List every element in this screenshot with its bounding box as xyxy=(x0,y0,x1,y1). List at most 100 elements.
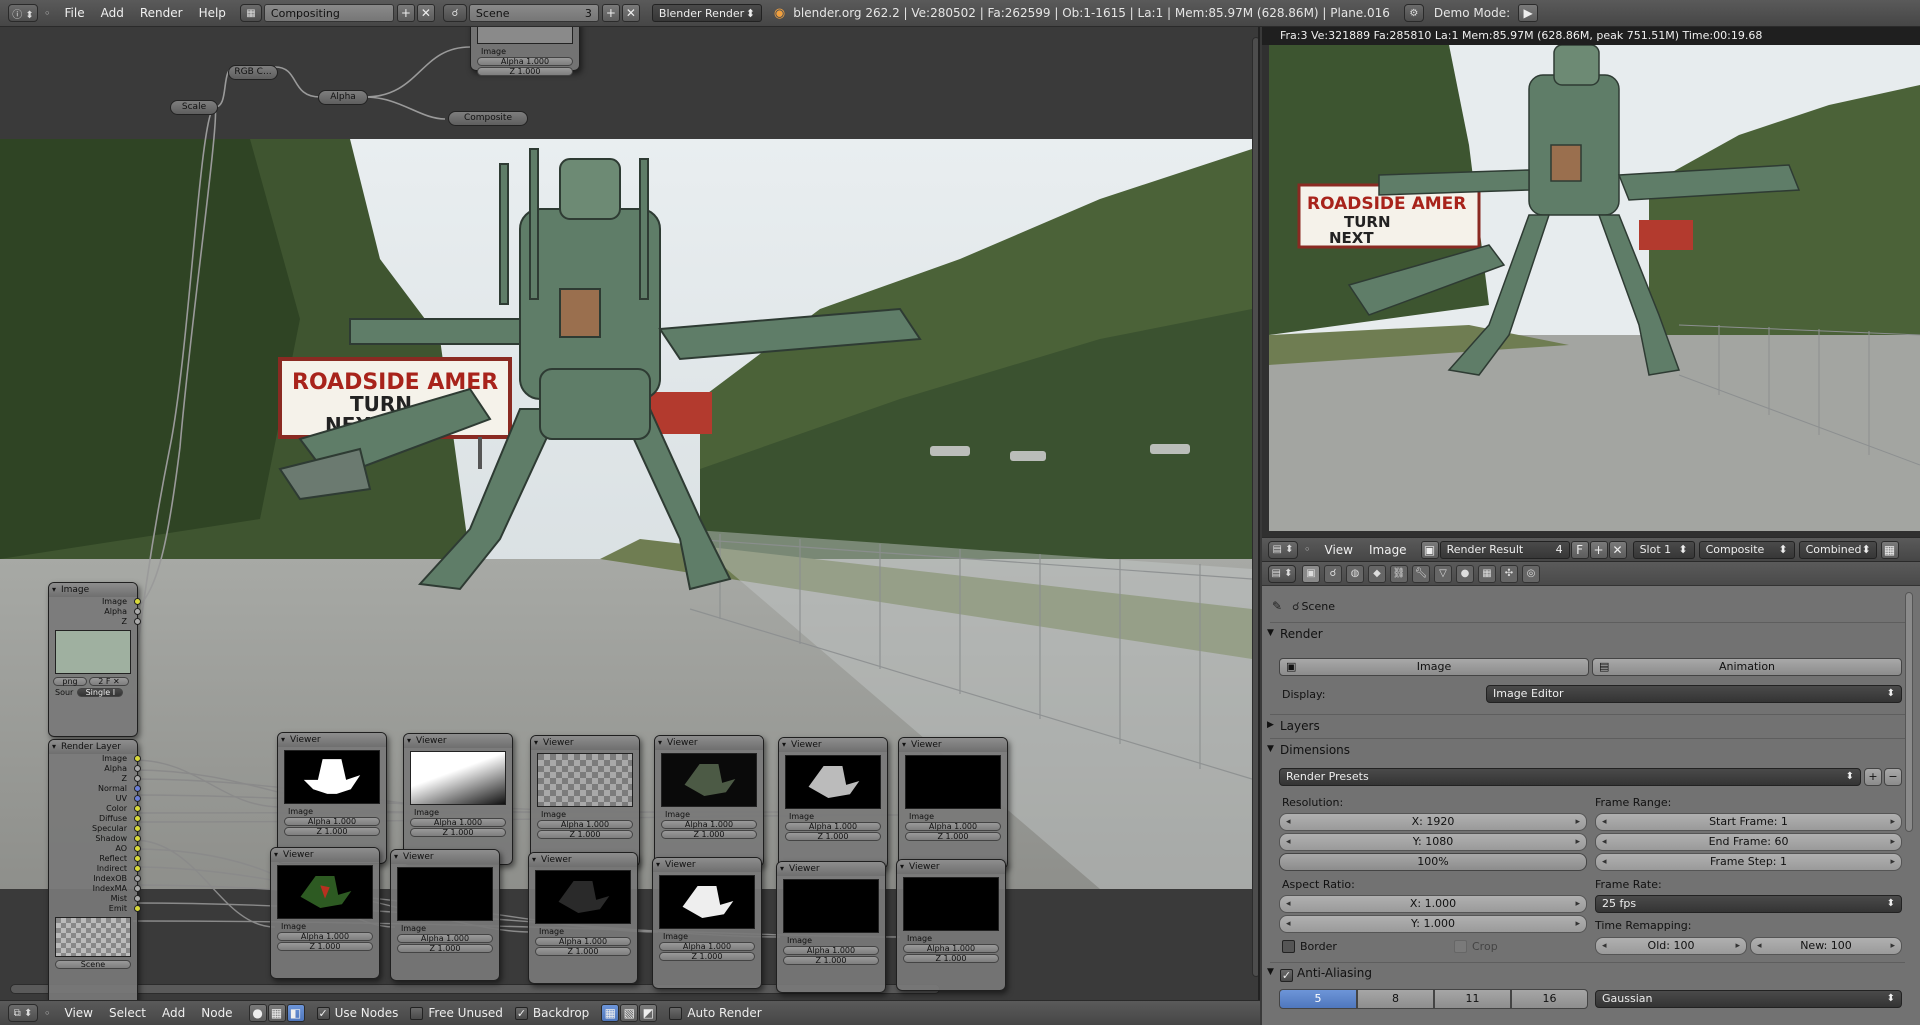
viewer-node-12[interactable]: Viewer Image Alpha 1.000 Z 1.000 xyxy=(896,859,1006,991)
render-panel-header[interactable]: Render xyxy=(1262,624,1902,644)
render-layer-select[interactable]: Composite ⬍ xyxy=(1698,540,1795,559)
constraints-tab-icon[interactable]: ⛓ xyxy=(1390,564,1408,583)
collapse-menu-icon[interactable]: ◦ xyxy=(44,1007,51,1020)
physics-tab-icon[interactable]: ◎ xyxy=(1522,564,1540,583)
resolution-x-field[interactable]: X: 1920 xyxy=(1279,813,1587,831)
viewer-alpha[interactable]: Alpha 1.000 xyxy=(284,817,380,826)
anti-aliasing-panel-header[interactable]: ✓Anti-Aliasing xyxy=(1262,964,1902,984)
node-editor-type-button[interactable]: ⧉ ⬍ xyxy=(8,1004,38,1022)
viewer-node-4[interactable]: Viewer Image Alpha 1.000 Z 1.000 xyxy=(654,735,764,867)
aa-samples-5[interactable]: 5 xyxy=(1279,989,1357,1009)
screen-layout-field[interactable]: Compositing xyxy=(263,4,394,22)
menu-node[interactable]: Node xyxy=(193,1006,240,1020)
time-remap-old-field[interactable]: Old: 100 xyxy=(1595,937,1747,955)
viewer-node-5[interactable]: Viewer Image Alpha 1.000 Z 1.000 xyxy=(778,737,888,869)
menu-view[interactable]: View xyxy=(1317,543,1361,557)
viewer-alpha[interactable]: Alpha 1.000 xyxy=(903,944,999,953)
data-tab-icon[interactable]: ▽ xyxy=(1434,564,1452,583)
world-tab-icon[interactable]: ◍ xyxy=(1346,564,1364,583)
viewer-alpha[interactable]: Alpha 1.000 xyxy=(410,818,506,827)
viewer-node-2[interactable]: Viewer Image Alpha 1.000 Z 1.000 xyxy=(403,733,513,865)
aa-filter-select[interactable]: Gaussian xyxy=(1595,990,1902,1008)
collapse-menu-icon[interactable]: ◦ xyxy=(44,7,51,20)
render-image-button[interactable]: ▣ Image xyxy=(1279,658,1589,676)
image-node-file-buttons[interactable]: 2 F ✕ xyxy=(89,677,129,686)
menu-add[interactable]: Add xyxy=(154,1006,193,1020)
render-pass-select[interactable]: Combined ⬍ xyxy=(1798,540,1877,559)
aspect-x-field[interactable]: X: 1.000 xyxy=(1279,895,1587,913)
viewer-alpha[interactable]: Alpha 1.000 xyxy=(661,820,757,829)
viewer-alpha[interactable]: Alpha 1.000 xyxy=(397,934,493,943)
add-preset-button[interactable]: + xyxy=(1864,768,1882,786)
backdrop-alpha-icon[interactable]: ▧ xyxy=(620,1004,639,1022)
top-viewer-alpha[interactable]: Alpha 1.000 xyxy=(477,57,573,66)
viewer-node-3[interactable]: Viewer Image Alpha 1.000 Z 1.000 xyxy=(530,735,640,867)
texture-nodes-icon[interactable]: ◧ xyxy=(286,1004,305,1022)
menu-image[interactable]: Image xyxy=(1361,543,1415,557)
backdrop-checkbox[interactable]: ✓ Backdrop xyxy=(514,1006,589,1020)
aa-samples-8[interactable]: 8 xyxy=(1357,989,1434,1009)
resolution-y-field[interactable]: Y: 1080 xyxy=(1279,833,1587,851)
viewer-z[interactable]: Z 1.000 xyxy=(535,947,631,956)
object-tab-icon[interactable]: ◆ xyxy=(1368,564,1386,583)
render-engine-select[interactable]: Blender Render ⬍ xyxy=(651,4,762,22)
viewer-z[interactable]: Z 1.000 xyxy=(785,832,881,841)
frame-rate-select[interactable]: 25 fps xyxy=(1595,895,1902,913)
time-remap-new-field[interactable]: New: 100 xyxy=(1750,937,1902,955)
material-tab-icon[interactable]: ● xyxy=(1456,564,1474,583)
menu-help[interactable]: Help xyxy=(191,6,234,20)
viewer-alpha[interactable]: Alpha 1.000 xyxy=(785,822,881,831)
viewer-node-6[interactable]: Viewer Image Alpha 1.000 Z 1.000 xyxy=(898,737,1008,869)
fake-user-button[interactable]: F xyxy=(1570,540,1589,559)
properties-vertical-scrollbar[interactable] xyxy=(1905,592,1913,832)
render-animation-button[interactable]: ▤ Animation xyxy=(1592,658,1902,676)
dimensions-panel-header[interactable]: Dimensions xyxy=(1262,740,1902,760)
auto-render-checkbox[interactable]: Auto Render xyxy=(669,1006,762,1020)
viewer-alpha[interactable]: Alpha 1.000 xyxy=(537,820,633,829)
rgb-curves-node[interactable]: RGB C... xyxy=(228,65,278,80)
unlink-image-button[interactable]: ✕ xyxy=(1608,540,1627,559)
scene-icon[interactable]: ☌ xyxy=(442,4,467,22)
menu-file[interactable]: File xyxy=(57,6,93,20)
image-input-node[interactable]: Image Image Alpha Z png 2 F ✕ Sour Singl… xyxy=(48,582,141,737)
collapse-menu-icon[interactable]: ◦ xyxy=(1304,543,1311,556)
alpha-over-node[interactable]: Alpha xyxy=(318,90,368,105)
properties-editor[interactable]: ▤ ⬍ ▣ ☌ ◍ ◆ ⛓ 🔧︎ ▽ ● ▦ ✣ ◎ ✎ ☌ Scene Ren… xyxy=(1262,562,1920,1025)
top-viewer-node[interactable]: Image Alpha 1.000 Z 1.000 xyxy=(470,27,580,76)
node-editor-vertical-scrollbar[interactable] xyxy=(1252,37,1258,977)
viewer-node-9[interactable]: Viewer Image Alpha 1.000 Z 1.000 xyxy=(528,852,638,984)
top-viewer-z[interactable]: Z 1.000 xyxy=(477,67,573,76)
image-node-file[interactable]: png xyxy=(53,677,87,686)
viewer-alpha[interactable]: Alpha 1.000 xyxy=(535,937,631,946)
delete-screen-button[interactable]: ✕ xyxy=(416,4,435,22)
scene-field[interactable]: Scene 3 xyxy=(468,4,599,22)
viewer-alpha[interactable]: Alpha 1.000 xyxy=(277,932,373,941)
image-name-field[interactable]: Render Result 4 xyxy=(1439,540,1570,559)
add-screen-button[interactable]: + xyxy=(396,4,415,22)
scene-tab-icon[interactable]: ☌ xyxy=(1324,564,1342,583)
slot-select[interactable]: Slot 1 ⬍ xyxy=(1632,540,1695,559)
menu-view[interactable]: View xyxy=(57,1006,101,1020)
menu-add[interactable]: Add xyxy=(93,6,132,20)
display-select[interactable]: Image Editor xyxy=(1486,685,1902,703)
free-unused-checkbox[interactable]: Free Unused xyxy=(410,1006,503,1020)
particles-tab-icon[interactable]: ✣ xyxy=(1500,564,1518,583)
viewer-alpha[interactable]: Alpha 1.000 xyxy=(783,946,879,955)
start-frame-field[interactable]: Start Frame: 1 xyxy=(1595,813,1902,831)
viewer-node-7[interactable]: Viewer Image Alpha 1.000 Z 1.000 xyxy=(270,847,380,979)
viewer-alpha[interactable]: Alpha 1.000 xyxy=(905,822,1001,831)
render-layers-scene[interactable]: Scene xyxy=(55,960,131,969)
play-icon[interactable]: ▶ xyxy=(1518,4,1539,22)
viewer-z[interactable]: Z 1.000 xyxy=(783,956,879,965)
demo-mode-icon[interactable]: ⚙ xyxy=(1403,4,1424,22)
screen-layout-icon[interactable]: ▦ xyxy=(239,4,262,22)
render-tab-icon[interactable]: ▣ xyxy=(1302,564,1320,583)
browse-image-icon[interactable]: ▣ xyxy=(1420,540,1439,559)
shader-nodes-icon[interactable]: ● xyxy=(248,1004,267,1022)
scale-node[interactable]: Scale xyxy=(170,100,218,115)
render-layers-node[interactable]: Render Layer Image Alpha Z Normal UV Col… xyxy=(48,739,141,1000)
resolution-percentage-field[interactable]: 100% xyxy=(1279,853,1587,871)
use-nodes-checkbox[interactable]: ✓ Use Nodes xyxy=(316,1006,398,1020)
image-node-source-select[interactable]: Single I xyxy=(77,688,124,697)
viewer-node-1[interactable]: Viewer Image Alpha 1.000 Z 1.000 xyxy=(277,732,387,864)
